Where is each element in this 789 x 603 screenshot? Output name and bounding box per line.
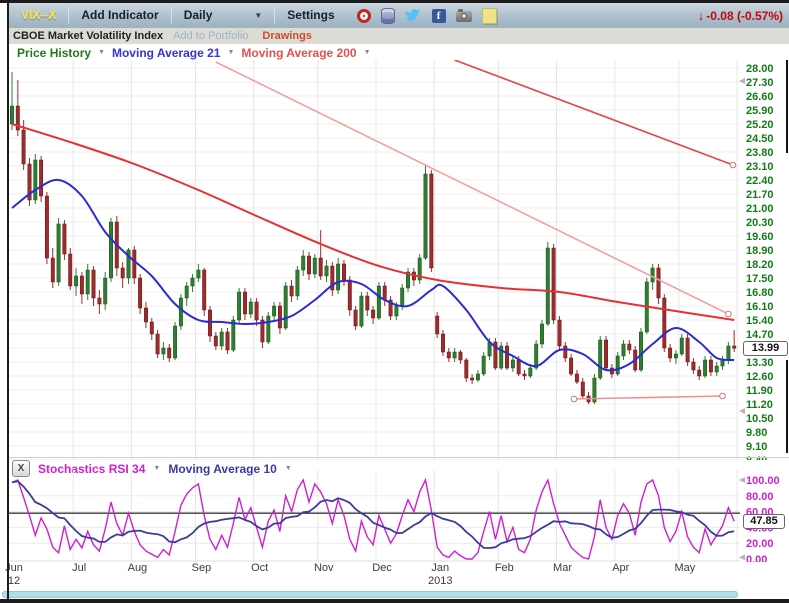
x-axis-month-label: Jul <box>72 562 86 575</box>
axis-marker-icon <box>739 554 745 560</box>
twitter-icon[interactable] <box>405 9 422 23</box>
trendline-drawings[interactable] <box>216 60 736 402</box>
x-axis: 5/24/2013 Jun12JulAugSepOctNovDecJan2013… <box>0 562 789 592</box>
camera-icon[interactable] <box>456 11 472 22</box>
timeframe-value: Daily <box>184 7 213 24</box>
svg-text:9.80: 9.80 <box>746 427 767 439</box>
x-axis-month-label: Nov <box>314 562 334 575</box>
window-border-right <box>786 60 788 153</box>
window-border-left <box>7 3 9 599</box>
svg-text:11.90: 11.90 <box>746 385 773 397</box>
svg-text:80.00: 80.00 <box>746 491 774 503</box>
chevron-down-icon: ▼ <box>254 7 262 24</box>
x-axis-month-label: Jan2013 <box>428 562 452 588</box>
indicator-panel-chart: 100.0080.0060.0040.0020.000.00 <box>0 470 789 562</box>
svg-text:9.10: 9.10 <box>746 441 767 453</box>
svg-text:16.10: 16.10 <box>746 301 774 313</box>
ma21-dropdown[interactable]: Moving Average 21 <box>112 46 220 60</box>
ma200-dropdown[interactable]: Moving Average 200 <box>241 46 356 60</box>
svg-text:22.40: 22.40 <box>746 175 774 187</box>
svg-text:16.80: 16.80 <box>746 287 774 299</box>
svg-text:26.60: 26.60 <box>746 91 774 103</box>
svg-text:11.20: 11.20 <box>746 399 773 411</box>
down-arrow-icon: ↓ <box>698 8 705 23</box>
svg-text:28.00: 28.00 <box>746 63 774 75</box>
instrument-title: CBOE Market Volatility Index <box>13 30 163 42</box>
svg-text:23.10: 23.10 <box>746 161 774 173</box>
x-axis-month-label: Oct <box>251 562 268 575</box>
window-border-top <box>0 0 789 3</box>
quote-change-value: -0.08 (-0.57%) <box>706 9 783 23</box>
axis-marker-icon <box>739 408 745 414</box>
chevron-down-icon: ▼ <box>227 49 234 56</box>
chevron-down-icon: ▼ <box>364 49 371 56</box>
svg-text:20.30: 20.30 <box>746 217 774 229</box>
svg-text:100.00: 100.00 <box>746 475 780 487</box>
settings-button[interactable]: Settings <box>275 7 346 24</box>
candlestick-series <box>10 72 736 404</box>
last-price-label: 13.99 <box>743 341 788 356</box>
svg-text:19.60: 19.60 <box>746 231 774 243</box>
chevron-down-icon: ▼ <box>98 49 105 56</box>
axis-marker-icon <box>739 477 745 483</box>
x-axis-month-label: Mar <box>553 562 572 575</box>
charting-app-window: VIX--X Add Indicator Daily ▼ Settings f ↓… <box>0 0 789 603</box>
window-border-bottom <box>0 599 789 603</box>
x-axis-month-label: Aug <box>128 562 148 575</box>
svg-text:13.30: 13.30 <box>746 357 774 369</box>
svg-text:21.00: 21.00 <box>746 203 774 215</box>
facebook-icon[interactable]: f <box>432 9 446 23</box>
svg-text:24.50: 24.50 <box>746 133 774 145</box>
main-price-chart: 28.00 27.30 26.60 25.90 25.20 24.50 23.80 23.10… <box>0 60 789 460</box>
horizontal-scrollbar[interactable] <box>2 591 738 598</box>
window-border-right <box>786 360 788 453</box>
svg-text:18.20: 18.20 <box>746 259 774 271</box>
quote-change: ↓ -0.08 (-0.57%) <box>698 8 783 23</box>
info-bar: CBOE Market Volatility Index Add to Port… <box>9 28 789 44</box>
svg-text:27.30: 27.30 <box>746 77 774 89</box>
add-to-portfolio-link[interactable]: Add to Portfolio <box>173 30 248 42</box>
toolbar-icons: f <box>357 8 497 24</box>
stoch-rsi-line <box>12 480 734 559</box>
svg-text:18.90: 18.90 <box>746 245 774 257</box>
svg-text:20.00: 20.00 <box>746 538 774 550</box>
timeframe-dropdown[interactable]: Daily ▼ <box>172 7 276 24</box>
database-icon[interactable] <box>381 8 395 24</box>
svg-text:10.50: 10.50 <box>746 413 774 425</box>
legend-row: Price History ▼ Moving Average 21 ▼ Moving… <box>17 45 371 60</box>
svg-text:23.80: 23.80 <box>746 147 774 159</box>
svg-text:0.00: 0.00 <box>746 554 767 562</box>
x-axis-month-label: May <box>674 562 695 575</box>
x-axis-month-label: Dec <box>372 562 392 575</box>
toolbar: VIX--X Add Indicator Daily ▼ Settings f ↓… <box>9 3 789 28</box>
add-indicator-button[interactable]: Add Indicator <box>69 7 171 24</box>
axis-marker-icon <box>739 78 745 84</box>
svg-text:17.50: 17.50 <box>746 273 774 285</box>
drawings-link[interactable]: Drawings <box>262 30 312 42</box>
svg-text:14.70: 14.70 <box>746 329 774 341</box>
sticky-note-icon[interactable] <box>482 8 497 24</box>
x-axis-month-label: Feb <box>495 562 514 575</box>
x-axis-month-label: Sep <box>192 562 212 575</box>
panel-divider <box>9 457 789 458</box>
x-axis-month-label: Apr <box>612 562 629 575</box>
svg-text:25.90: 25.90 <box>746 105 774 117</box>
symbol-label[interactable]: VIX--X <box>9 7 69 24</box>
svg-text:15.40: 15.40 <box>746 315 774 327</box>
alarm-clock-icon[interactable] <box>357 9 371 23</box>
svg-text:21.70: 21.70 <box>746 189 774 201</box>
price-history-dropdown[interactable]: Price History <box>17 46 91 60</box>
svg-text:25.20: 25.20 <box>746 119 774 131</box>
stoch-ma10-line <box>12 481 734 548</box>
indicator-value-label: 47.85 <box>743 514 785 529</box>
price-axis-ticks: 28.00 27.30 26.60 25.90 25.20 24.50 23.80 23.10… <box>746 63 774 460</box>
svg-text:12.60: 12.60 <box>746 371 774 383</box>
